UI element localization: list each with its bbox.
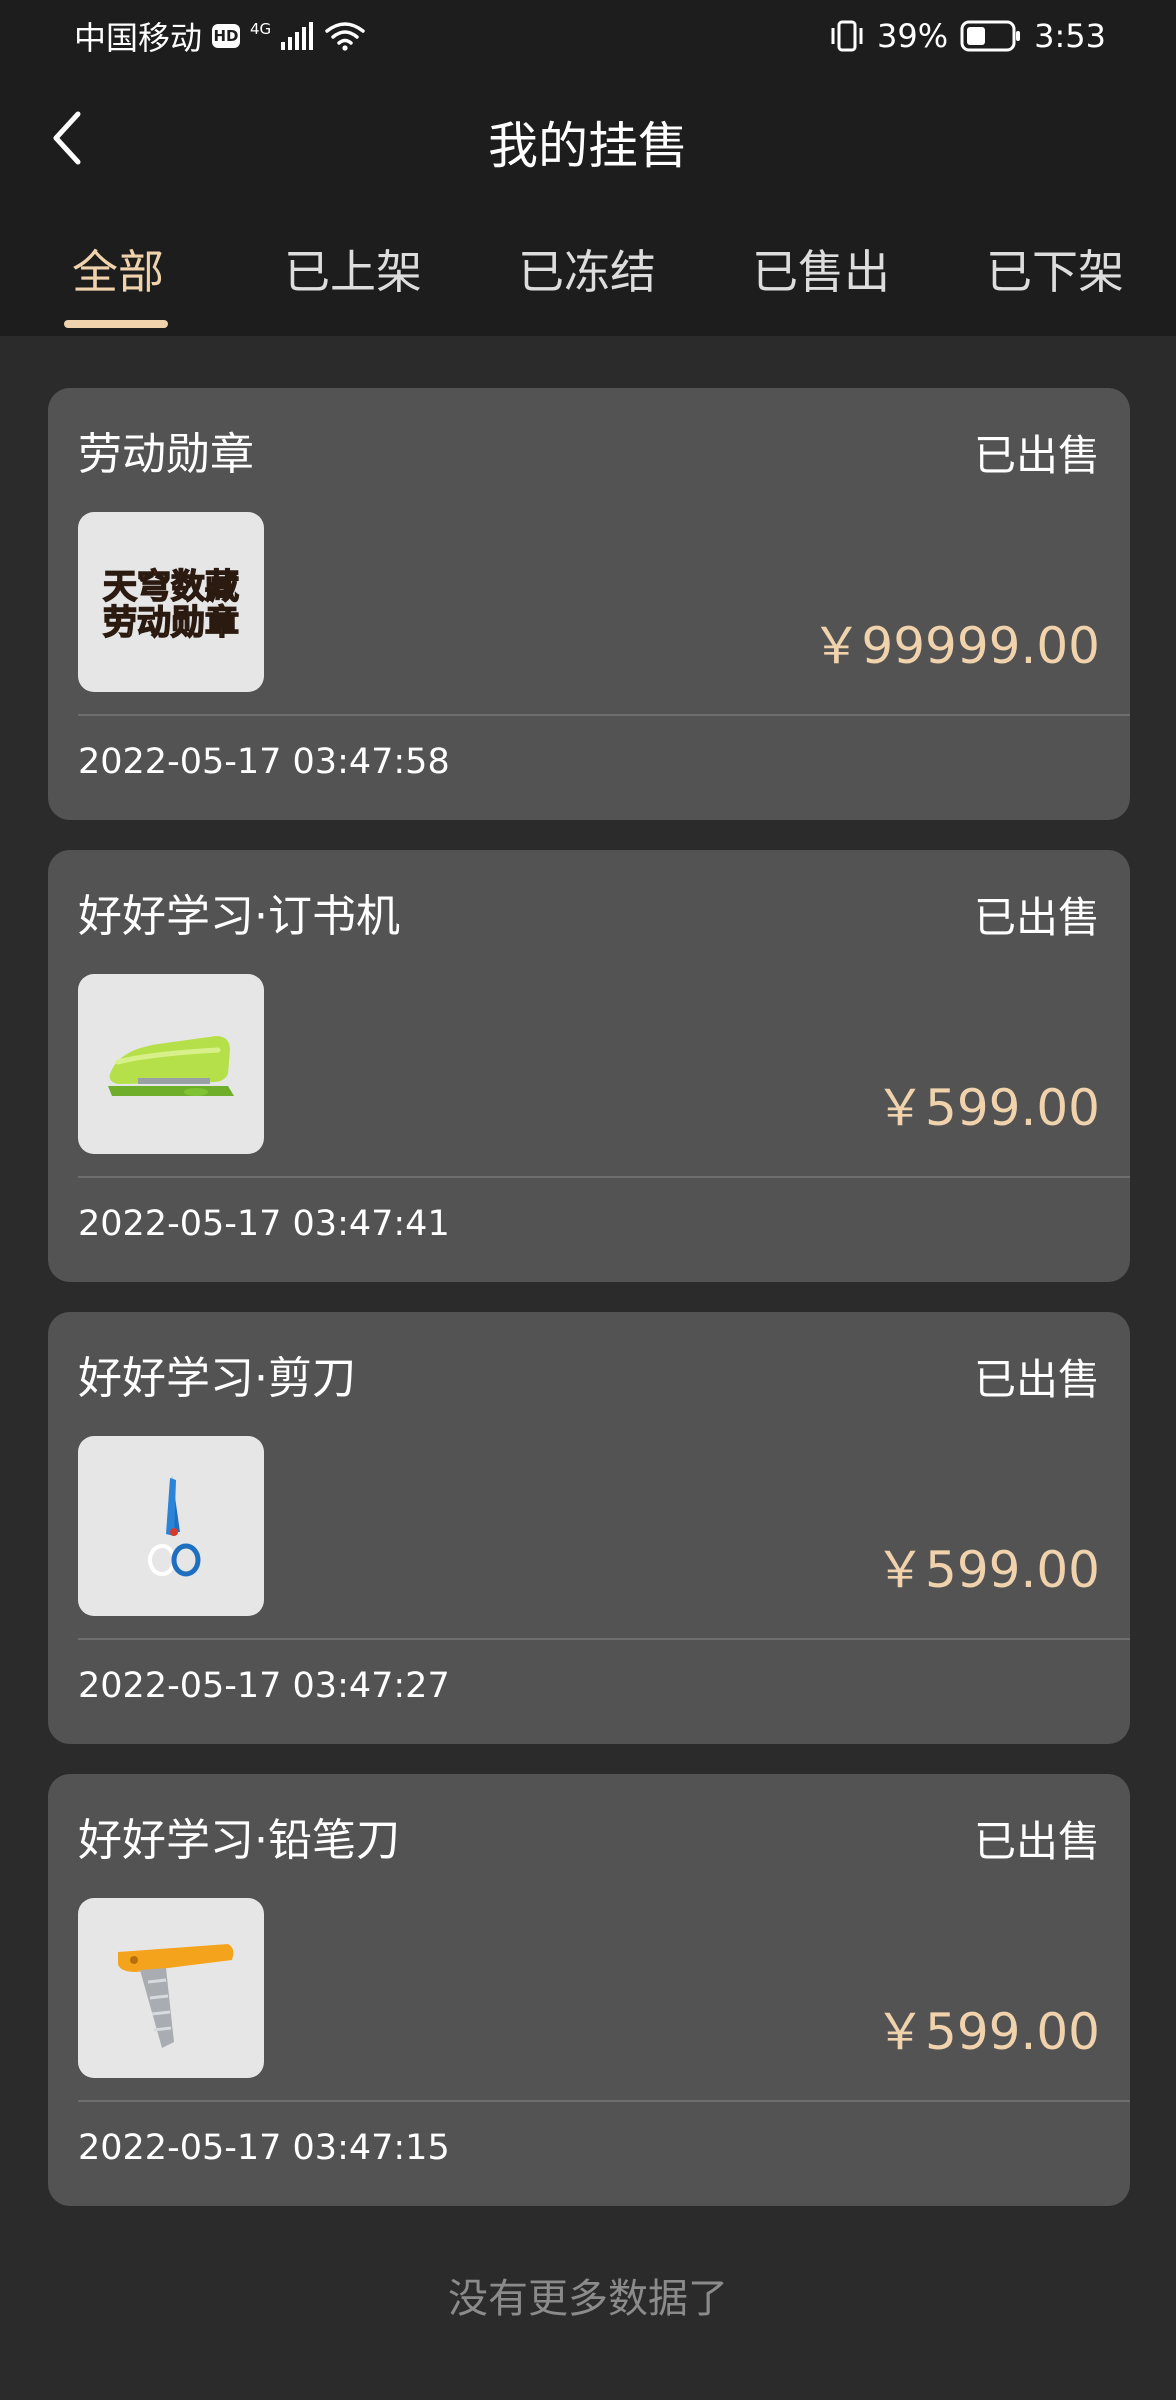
listing-time: 2022-05-17 03:47:58 <box>78 742 450 782</box>
card-divider <box>78 714 1130 716</box>
card-divider <box>78 1176 1130 1178</box>
utility-knife-image <box>118 1944 234 2048</box>
top-area: 中国移动 HD 4G 39% 3:53 我的挂售 全部 已上架 已冻结 已售出 … <box>0 0 1176 336</box>
listing-time: 2022-05-17 03:47:27 <box>78 1666 450 1706</box>
status-right: 39% 3:53 <box>829 16 1106 56</box>
clock: 3:53 <box>1034 17 1106 55</box>
listing-card[interactable]: 好好学习·剪刀 已出售 ￥599.00 2022-05-17 03:47:27 <box>48 1312 1130 1744</box>
carrier-name: 中国移动 <box>74 19 203 57</box>
card-divider <box>78 1638 1130 1640</box>
listing-price: ￥599.00 <box>875 2003 1100 2061</box>
listing-name: 好好学习·剪刀 <box>78 1353 356 1404</box>
stapler-image <box>108 1036 234 1096</box>
listing-time: 2022-05-17 03:47:15 <box>78 2128 450 2168</box>
listing-time: 2022-05-17 03:47:41 <box>78 1204 450 1244</box>
listing-thumbnail <box>78 1898 264 2078</box>
listing-status: 已出售 <box>973 893 1100 942</box>
medal-badge-image: 天穹数藏 劳动勋章 <box>102 566 240 644</box>
page-title: 我的挂售 <box>488 117 688 175</box>
tab-delisted[interactable]: 已下架 <box>986 236 1124 336</box>
listing-card[interactable]: 好好学习·订书机 已出售 ￥599.00 2022-05-17 03:47:41 <box>48 850 1130 1282</box>
scissors-image <box>148 1476 201 1577</box>
listing-price: ￥599.00 <box>875 1541 1100 1599</box>
listing-status: 已出售 <box>973 431 1100 480</box>
thumb-text-line1: 天穹数藏 <box>103 567 239 607</box>
listing-price: ￥599.00 <box>875 1079 1100 1137</box>
listing-name: 好好学习·铅笔刀 <box>78 1815 400 1866</box>
active-tab-indicator <box>64 320 168 328</box>
signal-icon <box>281 22 314 50</box>
listing-card[interactable]: 劳动勋章 已出售 天穹数藏 劳动勋章 ￥99999.00 2022-05-17 … <box>48 388 1130 820</box>
status-bar: 中国移动 HD 4G 39% 3:53 <box>0 0 1176 76</box>
tab-sold[interactable]: 已售出 <box>752 236 890 336</box>
listing-thumbnail <box>78 974 264 1154</box>
listing-thumbnail: 天穹数藏 劳动勋章 <box>78 512 264 692</box>
status-left: 中国移动 HD 4G <box>74 16 365 57</box>
tab-frozen[interactable]: 已冻结 <box>518 236 656 336</box>
listing-status: 已出售 <box>973 1817 1100 1866</box>
no-more-data-text: 没有更多数据了 <box>448 2276 728 2322</box>
header: 我的挂售 <box>0 96 1176 180</box>
listing-name: 好好学习·订书机 <box>78 891 400 942</box>
hd-badge: HD <box>212 24 241 48</box>
listing-price: ￥99999.00 <box>811 617 1100 675</box>
battery-percent: 39% <box>877 17 949 55</box>
wifi-icon <box>325 22 365 51</box>
listing-card[interactable]: 好好学习·铅笔刀 已出售 ￥599.00 2022-05-17 03:47:15 <box>48 1774 1130 2206</box>
tab-bar: 全部 已上架 已冻结 已售出 已下架 <box>0 236 1176 336</box>
thumb-text-line2: 劳动勋章 <box>103 603 239 643</box>
tab-listed[interactable]: 已上架 <box>284 236 422 336</box>
battery-icon <box>960 20 1021 52</box>
network-type: 4G <box>250 20 272 38</box>
card-divider <box>78 2100 1130 2102</box>
vibrate-icon <box>831 20 863 52</box>
listing-thumbnail <box>78 1436 264 1616</box>
listing-status: 已出售 <box>973 1355 1100 1404</box>
listing-name: 劳动勋章 <box>78 429 254 480</box>
